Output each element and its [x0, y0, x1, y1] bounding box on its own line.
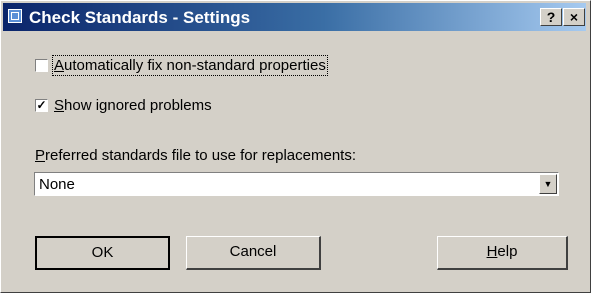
settings-dialog: Check Standards - Settings ? × Automatic… — [0, 0, 591, 293]
auto-fix-checkbox[interactable] — [35, 59, 48, 72]
help-button[interactable]: Help — [437, 236, 568, 270]
standards-file-dropdown[interactable]: None ▼ — [34, 172, 559, 196]
close-icon[interactable]: × — [563, 8, 585, 26]
cancel-button[interactable]: Cancel — [186, 236, 321, 270]
auto-fix-label[interactable]: Automatically fix non-standard propertie… — [52, 55, 328, 76]
ok-button[interactable]: OK — [35, 236, 170, 270]
help-icon[interactable]: ? — [540, 8, 562, 26]
show-ignored-checkbox[interactable]: ✓ — [35, 99, 48, 112]
title-bar[interactable]: Check Standards - Settings ? × — [3, 3, 586, 31]
app-icon — [8, 9, 22, 23]
standards-file-value: None — [39, 176, 75, 193]
window-title: Check Standards - Settings — [29, 8, 251, 27]
standards-file-label: Preferred standards file to use for repl… — [35, 147, 357, 164]
chevron-down-icon[interactable]: ▼ — [539, 174, 557, 194]
show-ignored-label[interactable]: Show ignored problems — [54, 97, 212, 114]
